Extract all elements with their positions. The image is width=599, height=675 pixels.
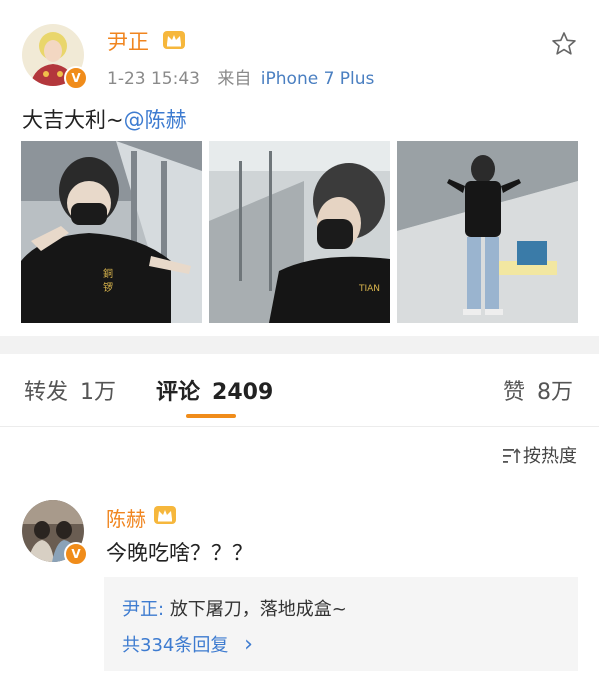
crown-icon	[153, 505, 177, 525]
verified-badge-icon: V	[64, 66, 88, 90]
svg-text:锣: 锣	[103, 281, 113, 294]
post-text: 大吉大利~@陈赫	[22, 104, 187, 134]
verified-badge-icon: V	[64, 542, 88, 566]
sort-by-hot-button[interactable]: 按热度	[503, 442, 577, 468]
section-divider	[0, 336, 599, 354]
sort-icon	[503, 448, 521, 464]
post-source-prefix: 来自	[217, 69, 252, 89]
tab-like-count: 8万	[537, 380, 574, 405]
tab-repost[interactable]: 转发 1万	[24, 374, 116, 406]
star-icon[interactable]	[551, 31, 577, 57]
comment-text: 今晚吃啥？？？	[106, 541, 253, 565]
sort-label: 按热度	[523, 446, 577, 467]
chevron-right-icon: ›	[244, 632, 253, 657]
reply-preview[interactable]: 尹正: 放下屠刀，落地成盒~ 共334条回复 ›	[104, 577, 578, 671]
crown-icon	[162, 30, 186, 50]
svg-text:銅: 銅	[103, 267, 113, 280]
reply-line: 尹正: 放下屠刀，落地成盒~	[122, 595, 347, 621]
tab-comment[interactable]: 评论 2409	[156, 374, 273, 406]
tab-repost-count: 1万	[80, 380, 117, 405]
tab-like[interactable]: 赞 8万	[503, 374, 573, 406]
post-photo-1[interactable]: 銅 锣	[21, 141, 202, 323]
mention-link[interactable]: @陈赫	[124, 108, 187, 132]
comment-author-name[interactable]: 陈赫	[106, 503, 146, 532]
post-photo-3[interactable]	[397, 141, 578, 323]
reply-author[interactable]: 尹正:	[122, 599, 164, 620]
reply-count-link[interactable]: 共334条回复 ›	[122, 631, 253, 657]
post-author-name[interactable]: 尹正	[107, 26, 149, 56]
tab-repost-label: 转发	[24, 380, 69, 405]
reply-count: 共334条回复	[122, 635, 229, 656]
reply-text: 放下屠刀，落地成盒~	[169, 599, 347, 620]
tab-comment-count: 2409	[212, 380, 274, 405]
tab-like-label: 赞	[503, 380, 526, 405]
post-time: 1-23 15:43	[107, 69, 200, 89]
post-meta: 1-23 15:43 来自 iPhone 7 Plus	[107, 64, 374, 89]
post-photo-2[interactable]: TIAN	[209, 141, 390, 323]
active-tab-indicator	[186, 414, 236, 418]
post-source[interactable]: iPhone 7 Plus	[261, 69, 375, 89]
interaction-tabs: 转发 1万 评论 2409 赞 8万	[0, 354, 599, 427]
post-body: 大吉大利~	[22, 108, 124, 132]
svg-text:TIAN: TIAN	[358, 284, 380, 294]
tab-comment-label: 评论	[156, 380, 201, 405]
